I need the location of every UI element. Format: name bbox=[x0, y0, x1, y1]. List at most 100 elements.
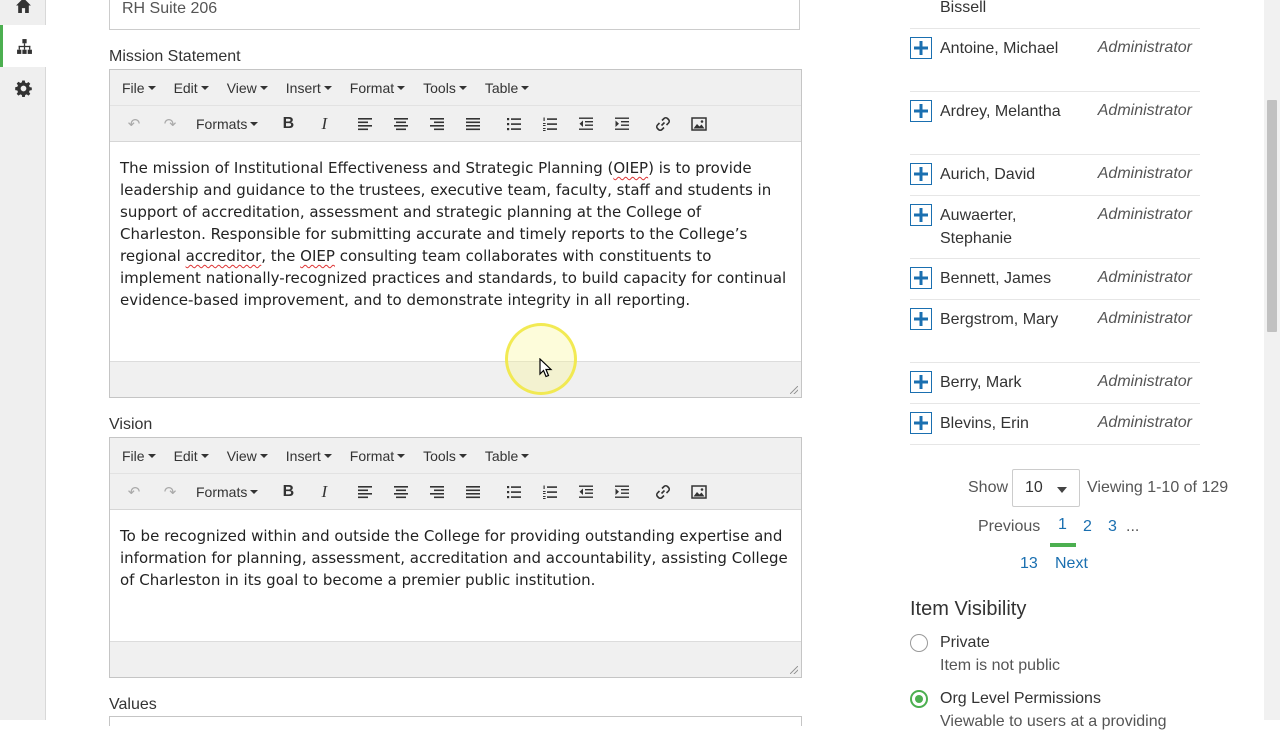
add-user-button[interactable] bbox=[910, 100, 932, 122]
editor-menubar: File Edit View Insert Format Tools Table bbox=[110, 70, 801, 106]
page-link-last[interactable]: 13 bbox=[1020, 555, 1038, 573]
values-editor bbox=[109, 716, 802, 726]
indent-button[interactable] bbox=[604, 478, 640, 506]
align-left-button[interactable] bbox=[347, 110, 383, 138]
italic-button[interactable]: I bbox=[306, 478, 342, 506]
org-level-option-label[interactable]: Org Level Permissions bbox=[940, 690, 1101, 708]
formats-label: Formats bbox=[196, 483, 248, 500]
outdent-button[interactable] bbox=[568, 478, 604, 506]
menu-edit[interactable]: Edit bbox=[165, 80, 218, 96]
image-icon bbox=[691, 484, 708, 499]
user-name: Auwaerter, Stephanie bbox=[940, 207, 1017, 247]
org-nav-button[interactable] bbox=[0, 25, 46, 67]
editor-toolbar: ↶ ↷ Formats B I bbox=[110, 106, 801, 142]
menu-tools[interactable]: Tools bbox=[414, 448, 476, 464]
menu-view[interactable]: View bbox=[218, 448, 277, 464]
page-link-current[interactable]: 1 bbox=[1058, 516, 1067, 534]
page-size-select[interactable]: 10 bbox=[1012, 469, 1080, 507]
bold-button[interactable]: B bbox=[270, 110, 306, 138]
plus-icon bbox=[914, 312, 928, 326]
mission-content[interactable]: The mission of Institutional Effectivene… bbox=[110, 142, 801, 361]
insert-image-button[interactable] bbox=[681, 110, 717, 138]
indent-button[interactable] bbox=[604, 110, 640, 138]
add-user-button[interactable] bbox=[910, 308, 932, 330]
user-name: Blevins, Erin bbox=[940, 415, 1029, 432]
bullet-list-icon bbox=[507, 117, 522, 130]
private-radio[interactable] bbox=[910, 634, 928, 652]
align-center-button[interactable] bbox=[383, 110, 419, 138]
bullet-list-button[interactable] bbox=[496, 478, 532, 506]
vertical-scrollbar[interactable] bbox=[1264, 0, 1280, 720]
undo-button[interactable]: ↶ bbox=[116, 478, 152, 506]
icon-rail bbox=[0, 0, 46, 720]
outdent-button[interactable] bbox=[568, 110, 604, 138]
add-user-button[interactable] bbox=[910, 371, 932, 393]
scrollbar-thumb[interactable] bbox=[1267, 100, 1277, 332]
user-row: Bissell bbox=[910, 0, 1200, 29]
align-right-button[interactable] bbox=[419, 110, 455, 138]
bullet-list-button[interactable] bbox=[496, 110, 532, 138]
chevron-down-icon bbox=[323, 85, 332, 90]
next-link[interactable]: Next bbox=[1055, 555, 1088, 573]
page-size-value: 10 bbox=[1025, 479, 1043, 496]
private-option-label[interactable]: Private bbox=[940, 634, 990, 652]
italic-icon: I bbox=[321, 481, 328, 501]
justify-button[interactable] bbox=[455, 478, 491, 506]
numbered-list-button[interactable] bbox=[532, 110, 568, 138]
address-input[interactable]: RH Suite 206 bbox=[109, 0, 800, 30]
add-user-button[interactable] bbox=[910, 204, 932, 226]
chevron-down-icon bbox=[259, 85, 268, 90]
chevron-down-icon bbox=[200, 85, 209, 90]
formats-dropdown[interactable]: Formats bbox=[188, 110, 266, 138]
menu-insert[interactable]: Insert bbox=[277, 80, 341, 96]
numbered-list-button[interactable] bbox=[532, 478, 568, 506]
vision-content[interactable]: To be recognized within and outside the … bbox=[110, 510, 801, 641]
add-user-button[interactable] bbox=[910, 267, 932, 289]
settings-nav-button[interactable] bbox=[0, 67, 46, 109]
justify-button[interactable] bbox=[455, 110, 491, 138]
menu-insert[interactable]: Insert bbox=[277, 448, 341, 464]
user-name: Bergstrom, Mary bbox=[940, 311, 1059, 328]
align-right-button[interactable] bbox=[419, 478, 455, 506]
align-left-icon bbox=[358, 485, 373, 498]
italic-button[interactable]: I bbox=[306, 110, 342, 138]
resize-handle-icon[interactable] bbox=[790, 666, 798, 674]
home-nav-button[interactable] bbox=[0, 0, 46, 26]
menu-tools[interactable]: Tools bbox=[414, 80, 476, 96]
menu-file[interactable]: File bbox=[113, 448, 165, 464]
undo-button[interactable]: ↶ bbox=[116, 110, 152, 138]
align-center-icon bbox=[394, 117, 409, 130]
redo-button[interactable]: ↷ bbox=[152, 110, 188, 138]
page-link[interactable]: 2 bbox=[1083, 518, 1092, 536]
menu-view[interactable]: View bbox=[218, 80, 277, 96]
previous-link[interactable]: Previous bbox=[978, 518, 1040, 536]
editor-menubar: File Edit View Insert Format Tools Table bbox=[110, 438, 801, 474]
bold-button[interactable]: B bbox=[270, 478, 306, 506]
insert-link-button[interactable] bbox=[645, 110, 681, 138]
add-user-button[interactable] bbox=[910, 412, 932, 434]
align-center-button[interactable] bbox=[383, 478, 419, 506]
menu-format-label: Format bbox=[349, 447, 395, 464]
user-row: Antoine, Michael Administrator bbox=[910, 29, 1200, 92]
insert-link-button[interactable] bbox=[645, 478, 681, 506]
formats-dropdown[interactable]: Formats bbox=[188, 478, 266, 506]
plus-icon bbox=[914, 416, 928, 430]
add-user-button[interactable] bbox=[910, 163, 932, 185]
menu-table[interactable]: Table bbox=[476, 448, 538, 464]
menu-file[interactable]: File bbox=[113, 80, 165, 96]
menu-table[interactable]: Table bbox=[476, 80, 538, 96]
menu-format[interactable]: Format bbox=[341, 448, 414, 464]
page-link[interactable]: 3 bbox=[1108, 518, 1117, 536]
menu-format-label: Format bbox=[349, 79, 395, 96]
menu-edit[interactable]: Edit bbox=[165, 448, 218, 464]
menu-format[interactable]: Format bbox=[341, 80, 414, 96]
align-right-icon bbox=[430, 117, 445, 130]
add-user-button[interactable] bbox=[910, 37, 932, 59]
align-left-button[interactable] bbox=[347, 478, 383, 506]
user-role: Administrator bbox=[1097, 414, 1192, 431]
user-role: Administrator bbox=[1097, 373, 1192, 390]
insert-image-button[interactable] bbox=[681, 478, 717, 506]
resize-handle-icon[interactable] bbox=[790, 386, 798, 394]
org-level-radio[interactable] bbox=[910, 690, 928, 708]
redo-button[interactable]: ↷ bbox=[152, 478, 188, 506]
